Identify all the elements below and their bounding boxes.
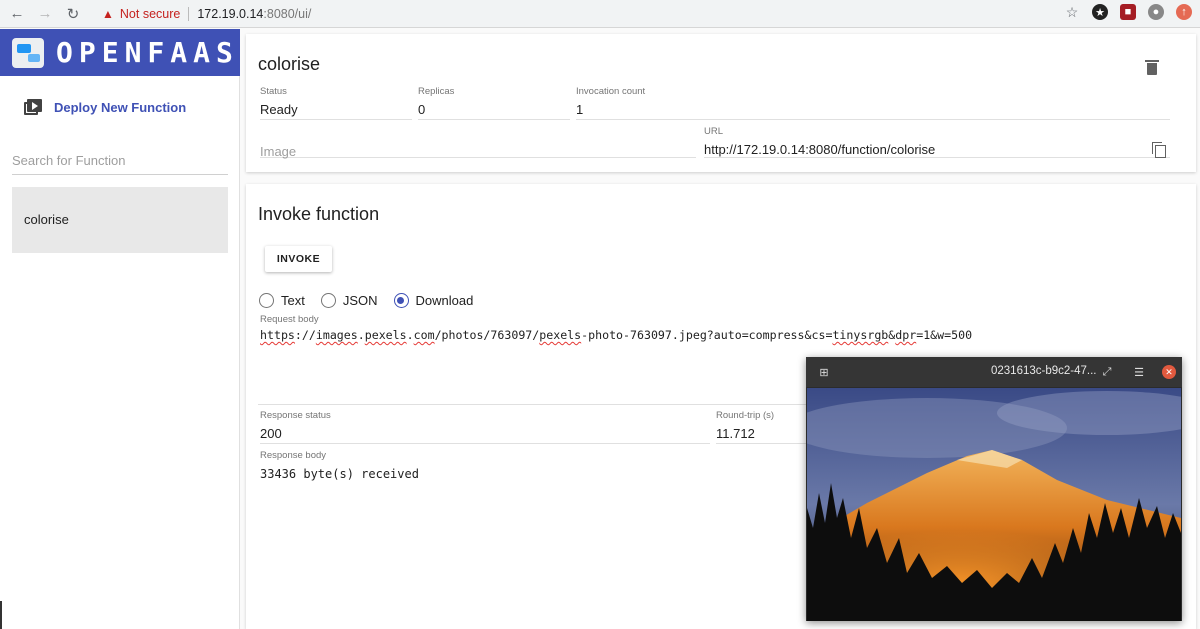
- image-field: Image: [260, 126, 696, 159]
- replicas-value: 0: [418, 102, 426, 117]
- function-title: colorise: [258, 54, 321, 74]
- spell-mark: pexels: [539, 328, 582, 342]
- response-status-field: Response status 200: [260, 410, 710, 444]
- invocation-count-field: Invocation count 1: [576, 86, 1170, 120]
- response-format-group: Text JSON Download: [259, 293, 489, 308]
- hamburger-menu-icon[interactable]: ☰: [1128, 362, 1150, 382]
- invocation-count-label: Invocation count: [576, 86, 646, 97]
- status-value: Ready: [260, 102, 298, 117]
- replicas-label: Replicas: [418, 86, 455, 97]
- function-details-card: colorise Status Ready Replicas 0 Invocat…: [246, 34, 1196, 172]
- radio-download-label: Download: [415, 293, 474, 308]
- colorised-photo: [807, 388, 1181, 621]
- openfaas-logo-icon: [12, 37, 44, 68]
- address-divider: [188, 6, 190, 21]
- spell-mark: com: [413, 328, 435, 342]
- url-label: URL: [704, 126, 724, 137]
- forward-arrow-icon[interactable]: →: [34, 3, 56, 25]
- invocation-count-value: 1: [576, 102, 584, 117]
- request-body-label: Request body: [260, 314, 319, 325]
- image-viewer-window[interactable]: ⊞ 0231613c-b9c2-47... ⤢ ☰ ✕: [806, 357, 1182, 621]
- function-search-input[interactable]: Search for Function: [12, 147, 228, 175]
- profile-avatar-icon[interactable]: ●: [1148, 4, 1164, 20]
- url-field: URL http://172.19.0.14:8080/function/col…: [704, 126, 1170, 158]
- text-segment: .: [406, 328, 414, 342]
- status-field: Status Ready: [260, 86, 412, 120]
- image-placeholder: Image: [260, 144, 297, 159]
- viewer-title: 0231613c-b9c2-47...: [991, 365, 1097, 377]
- spell-mark: pexels: [364, 328, 407, 342]
- text-segment: ://: [294, 328, 316, 342]
- delete-trash-icon[interactable]: [1145, 60, 1159, 75]
- url-path: :8080/ui/: [263, 6, 312, 21]
- function-list-item[interactable]: colorise: [12, 187, 228, 253]
- url-value: http://172.19.0.14:8080/function/coloris…: [704, 142, 936, 157]
- menu-update-icon[interactable]: ↑: [1176, 4, 1192, 20]
- text-segment: /photos/763097/: [434, 328, 540, 342]
- mountain-image: [807, 388, 1181, 621]
- spell-mark: https: [260, 328, 295, 342]
- close-icon[interactable]: ✕: [1162, 365, 1176, 379]
- response-status-label: Response status: [260, 410, 331, 421]
- logo-header: OPENFAAS: [0, 29, 240, 76]
- radio-json[interactable]: [320, 293, 336, 308]
- text-segment: -photo-763097.jpeg?auto=compress&cs=: [581, 328, 833, 342]
- response-status-value: 200: [260, 426, 282, 441]
- invoke-button[interactable]: INVOKE: [265, 246, 332, 272]
- fullscreen-icon[interactable]: ⤢: [1096, 362, 1118, 382]
- text-segment: .: [357, 328, 365, 342]
- reload-icon[interactable]: ↻: [62, 3, 84, 25]
- extension-icon[interactable]: ★: [1092, 4, 1108, 20]
- window-edge: [0, 601, 2, 629]
- ublock-icon[interactable]: ■: [1120, 4, 1136, 20]
- invoke-section-title: Invoke function: [258, 204, 380, 224]
- radio-download[interactable]: [393, 293, 409, 308]
- security-label: Not secure: [119, 6, 181, 21]
- url-host: 172.19.0.14: [197, 6, 264, 21]
- logo-text: OPENFAAS: [56, 36, 239, 69]
- status-label: Status: [260, 86, 287, 97]
- replicas-field: Replicas 0: [418, 86, 570, 120]
- warning-icon: ▲: [102, 6, 114, 21]
- text-segment: =1&w=500: [916, 328, 973, 342]
- request-body-input[interactable]: https://images.pexels.com/photos/763097/…: [260, 328, 972, 342]
- radio-text[interactable]: [259, 293, 274, 308]
- deploy-label: Deploy New Function: [54, 99, 187, 115]
- back-arrow-icon[interactable]: ←: [6, 3, 28, 25]
- deploy-new-function-button[interactable]: Deploy New Function: [24, 99, 186, 115]
- radio-text-label: Text: [281, 293, 305, 308]
- radio-json-label: JSON: [342, 293, 378, 308]
- spell-mark: tinysrgb: [832, 328, 889, 342]
- deploy-icon: [24, 99, 42, 115]
- spell-mark: dpr: [895, 328, 917, 342]
- copy-url-icon[interactable]: [1152, 142, 1166, 158]
- viewer-titlebar[interactable]: ⊞ 0231613c-b9c2-47... ⤢ ☰ ✕: [806, 357, 1182, 387]
- spell-mark: images: [315, 328, 358, 342]
- new-window-icon[interactable]: ⊞: [813, 362, 835, 382]
- address-bar[interactable]: ▲ Not secure 172.19.0.14:8080/ui/: [102, 6, 312, 21]
- extension-tray: ☆ ★ ■ ● ↑: [1064, 4, 1192, 20]
- browser-toolbar: ← → ↻ ▲ Not secure 172.19.0.14:8080/ui/ …: [0, 0, 1200, 28]
- sidebar: OPENFAAS Deploy New Function Search for …: [0, 29, 240, 629]
- bookmark-star-icon[interactable]: ☆: [1064, 4, 1080, 20]
